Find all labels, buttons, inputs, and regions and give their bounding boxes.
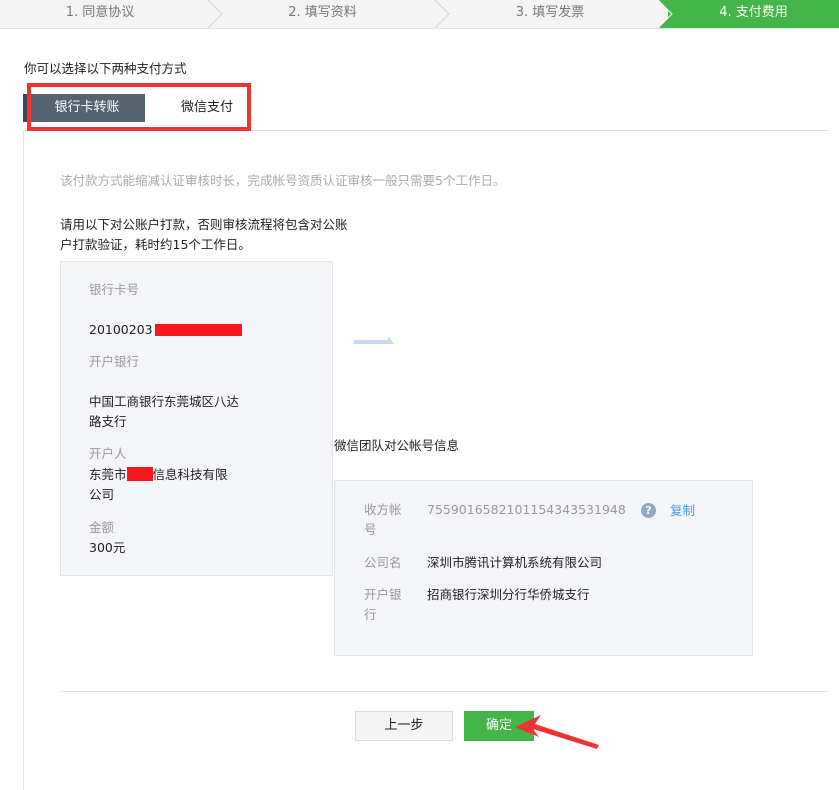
company-label: 公司名 [364,555,402,570]
method-description: 该付款方式能缩减认证审核时长，完成帐号资质认证审核一般只需要5个工作日。 [60,173,506,188]
annotation-arrow-icon [515,715,599,749]
receiver-bank-value: 招商银行深圳分行华侨城支行 [427,587,590,602]
account-label: 收方帐号 [364,502,402,537]
holder-prefix: 东莞市 [89,467,127,482]
holder-label: 开户人 [89,446,127,461]
card-number-label: 银行卡号 [89,282,140,297]
payment-intro: 你可以选择以下两种支付方式 [24,61,187,76]
holder-value: 东莞市 信息科技有限公司 [89,465,239,505]
amount-label: 金额 [89,520,115,535]
transfer-warning: 请用以下对公账户打款，否则审核流程将包含对公账户打款验证，耗时约15个工作日。 [60,217,348,252]
steps-separators [207,0,673,28]
redaction-mark [155,324,242,336]
receiver-title: 微信团队对公帐号信息 [334,438,460,453]
amount-value: 300元 [89,540,126,555]
transfer-arrow-icon [354,336,394,344]
payer-account-card: 银行卡号 20100203 开户银行 中国工商银行东莞城区八达路支行 开户人 东… [60,261,333,576]
steps-bar: 1. 同意协议 2. 填写资料 3. 填写发票 4. 支付费用 [0,0,839,29]
card-number-text: 20100203 [89,322,153,337]
copy-button[interactable]: 复制 [670,500,695,519]
help-icon[interactable]: ? [641,503,656,518]
panel-border [23,130,24,790]
bank-label: 开户银行 [89,354,140,369]
company-value: 深圳市腾讯计算机系统有限公司 [427,555,603,570]
prev-step-button[interactable]: 上一步 [355,711,453,741]
receiver-account-card: 收方帐号 7559016582101154343531948 ? 复制 公司名 … [334,480,753,656]
account-value: 7559016582101154343531948 [427,502,626,517]
divider [60,691,829,692]
receiver-bank-label: 开户银行 [364,587,402,622]
annotation-highlight-box [27,83,251,131]
bank-value: 中国工商银行东莞城区八达路支行 [89,394,240,429]
holder-redaction [126,467,153,481]
